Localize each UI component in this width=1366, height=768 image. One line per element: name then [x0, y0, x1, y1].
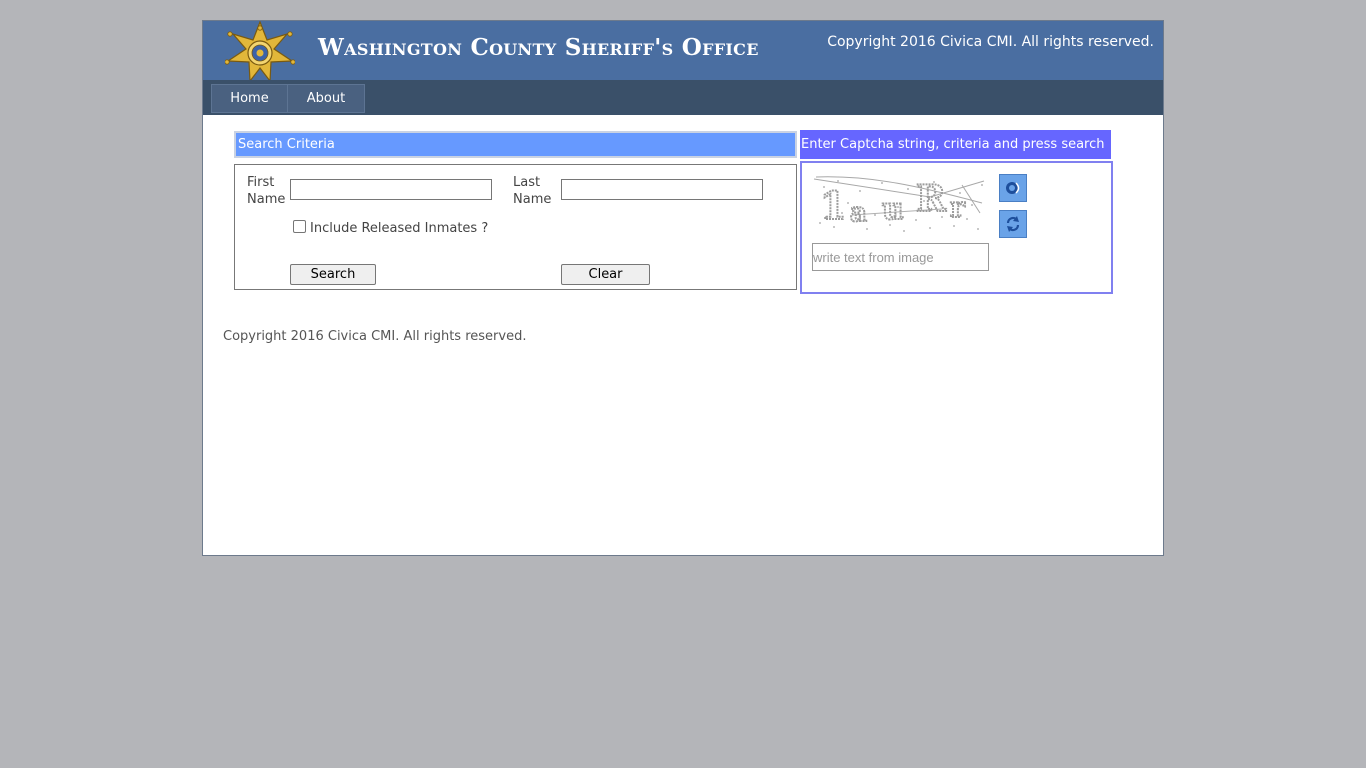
svg-text:a: a	[850, 198, 867, 228]
clear-button[interactable]: Clear	[561, 264, 650, 285]
nav-about[interactable]: About	[287, 84, 365, 113]
captcha-header: Enter Captcha string, criteria and press…	[800, 130, 1111, 159]
include-released-checkbox[interactable]	[293, 220, 306, 233]
svg-text:1: 1	[820, 183, 846, 228]
captcha-audio-button[interactable]	[999, 174, 1027, 202]
captcha-refresh-button[interactable]	[999, 210, 1027, 238]
last-name-label: Last Name	[513, 175, 552, 207]
search-criteria-header: Search Criteria	[234, 131, 797, 158]
svg-text:R: R	[916, 178, 947, 220]
last-name-input[interactable]	[561, 179, 763, 200]
captcha-image: 1 a u R r	[812, 173, 988, 235]
nav-home[interactable]: Home	[211, 84, 288, 113]
search-criteria-title: Search Criteria	[238, 137, 335, 152]
first-name-input[interactable]	[290, 179, 492, 200]
main-navbar: Home About	[203, 80, 1163, 115]
refresh-icon	[1006, 216, 1020, 232]
search-button[interactable]: Search	[290, 264, 376, 285]
search-criteria-panel: First Name Last Name Include Released In…	[234, 164, 797, 290]
site-title: Washington County Sheriff's Office	[318, 34, 759, 61]
site-header: Washington County Sheriff's Office Copyr…	[203, 21, 1163, 81]
first-name-label: First Name	[247, 175, 286, 207]
speaker-icon	[1006, 182, 1020, 194]
svg-text:u: u	[882, 192, 904, 227]
include-released-label[interactable]: Include Released Inmates ?	[310, 220, 488, 237]
svg-text:r: r	[950, 191, 966, 224]
sheriff-star-badge-logo	[225, 21, 295, 81]
footer-copyright: Copyright 2016 Civica CMI. All rights re…	[223, 329, 527, 344]
captcha-input[interactable]	[812, 243, 989, 271]
page-container: Washington County Sheriff's Office Copyr…	[202, 20, 1164, 556]
captcha-instructions: Enter Captcha string, criteria and press…	[801, 137, 1105, 152]
header-copyright: Copyright 2016 Civica CMI. All rights re…	[827, 34, 1154, 50]
captcha-panel: 1 a u R r	[800, 161, 1113, 294]
